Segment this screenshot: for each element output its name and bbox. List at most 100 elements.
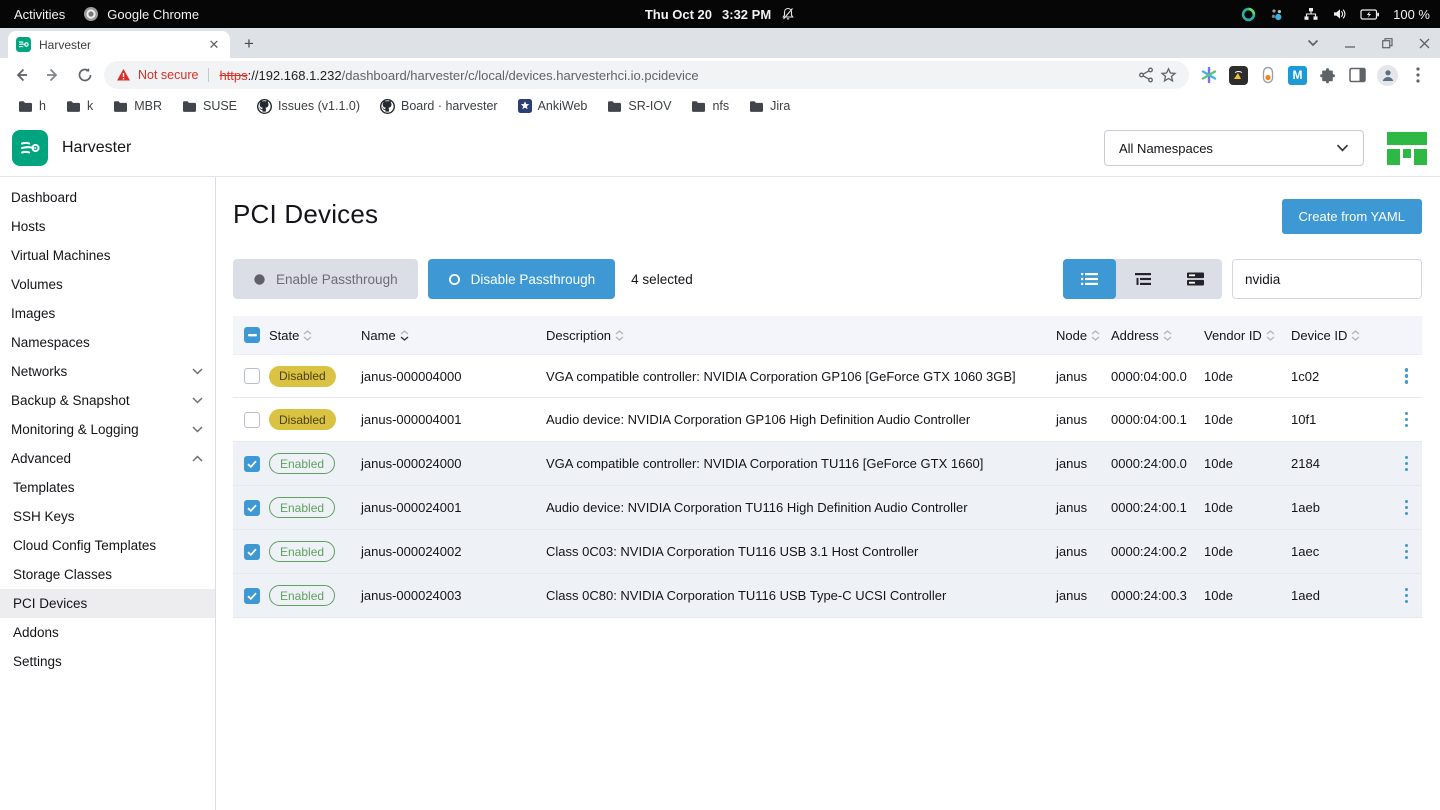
sidebar-item-advanced[interactable]: Advanced: [0, 444, 215, 473]
bookmark-item[interactable]: Jira: [741, 96, 798, 116]
chrome-menu-kebab-icon[interactable]: [1408, 65, 1428, 85]
screenshot-extension-icon[interactable]: [1229, 66, 1248, 85]
sidebar-item-cloud-config-templates[interactable]: Cloud Config Templates: [0, 531, 215, 560]
tray-app-dots-icon[interactable]: [1269, 7, 1284, 22]
bookmark-item[interactable]: k: [58, 96, 101, 116]
sidebar-item-volumes[interactable]: Volumes: [0, 270, 215, 299]
tab-close-icon[interactable]: ✕: [206, 37, 222, 53]
list-view-button[interactable]: [1063, 259, 1116, 299]
sidebar-item-storage-classes[interactable]: Storage Classes: [0, 560, 215, 589]
sidebar-item-namespaces[interactable]: Namespaces: [0, 328, 215, 357]
bookmark-label: Issues (v1.1.0): [278, 99, 360, 113]
browser-tab-harvester[interactable]: Harvester ✕: [8, 31, 230, 58]
sort-icon[interactable]: [1351, 330, 1360, 341]
bookmark-label: SR-IOV: [628, 99, 671, 113]
bookmark-item[interactable]: MBR: [105, 96, 170, 116]
row-actions-kebab-icon[interactable]: [1399, 364, 1415, 388]
sidebar-item-backup-snapshot[interactable]: Backup & Snapshot: [0, 386, 215, 415]
focused-app-indicator[interactable]: Google Chrome: [83, 6, 199, 22]
rancher-logo-icon[interactable]: [1386, 128, 1428, 168]
reload-button[interactable]: [72, 62, 98, 88]
battery-percent[interactable]: 100 %: [1393, 7, 1430, 22]
tree-view-button[interactable]: [1116, 259, 1169, 299]
sort-icon[interactable]: [615, 330, 624, 341]
row-actions-kebab-icon[interactable]: [1399, 496, 1415, 520]
row-checkbox[interactable]: [244, 456, 260, 472]
sort-icon[interactable]: [1163, 330, 1172, 341]
bookmark-item[interactable]: h: [10, 96, 54, 116]
folder-icon: [66, 100, 81, 113]
enable-passthrough-button[interactable]: Enable Passthrough: [233, 259, 418, 299]
tray-app-ring-icon[interactable]: [1241, 7, 1256, 22]
tab-search-chevron-icon[interactable]: [1307, 39, 1319, 47]
colorful-asterisk-extension-icon[interactable]: [1199, 65, 1219, 85]
sidebar-item-settings[interactable]: Settings: [0, 647, 215, 676]
address-bar[interactable]: Not secure https://192.168.1.232/dashboa…: [104, 61, 1189, 89]
network-wired-icon[interactable]: [1303, 7, 1319, 21]
row-checkbox[interactable]: [244, 412, 260, 428]
activities-button[interactable]: Activities: [14, 7, 65, 22]
bookmark-item[interactable]: AnkiWeb: [510, 96, 596, 116]
row-checkbox[interactable]: [244, 544, 260, 560]
sort-icon[interactable]: [400, 330, 409, 341]
sort-icon[interactable]: [1091, 330, 1100, 341]
sidebar-item-addons[interactable]: Addons: [0, 618, 215, 647]
bookmark-item[interactable]: Issues (v1.1.0): [249, 96, 368, 117]
select-all-checkbox[interactable]: [244, 327, 260, 343]
extensions-puzzle-icon[interactable]: [1317, 65, 1337, 85]
side-panel-icon[interactable]: [1347, 65, 1367, 85]
column-header-state[interactable]: State: [269, 328, 361, 343]
column-header-vendor-id[interactable]: Vendor ID: [1204, 328, 1291, 343]
row-actions-kebab-icon[interactable]: [1399, 452, 1415, 476]
column-header-device-id[interactable]: Device ID: [1291, 328, 1391, 343]
window-close-icon[interactable]: [1419, 38, 1430, 49]
new-tab-button[interactable]: +: [236, 31, 262, 57]
filter-search-input[interactable]: [1232, 259, 1422, 299]
namespace-filter-select[interactable]: All Namespaces: [1104, 130, 1364, 166]
row-actions-kebab-icon[interactable]: [1399, 540, 1415, 564]
sort-icon[interactable]: [1266, 330, 1275, 341]
sidebar-item-networks[interactable]: Networks: [0, 357, 215, 386]
row-checkbox[interactable]: [244, 368, 260, 384]
sidebar-item-monitoring-logging[interactable]: Monitoring & Logging: [0, 415, 215, 444]
sidebar-item-pci-devices[interactable]: PCI Devices: [0, 589, 215, 618]
sidebar-item-ssh-keys[interactable]: SSH Keys: [0, 502, 215, 531]
m-extension-icon[interactable]: M: [1288, 66, 1307, 85]
description-cell: Audio device: NVIDIA Corporation TU116 H…: [546, 500, 1056, 515]
bookmark-item[interactable]: SR-IOV: [599, 96, 679, 116]
battery-icon[interactable]: [1360, 8, 1380, 21]
filled-circle-icon: [253, 273, 266, 286]
desktop-clock[interactable]: Thu Oct 203:32 PM: [645, 7, 771, 22]
sidebar-item-dashboard[interactable]: Dashboard: [0, 183, 215, 212]
column-header-node[interactable]: Node: [1056, 328, 1111, 343]
bookmark-item[interactable]: nfs: [683, 96, 737, 116]
create-from-yaml-button[interactable]: Create from YAML: [1282, 199, 1422, 234]
sidebar-item-images[interactable]: Images: [0, 299, 215, 328]
row-checkbox[interactable]: [244, 500, 260, 516]
row-actions-kebab-icon[interactable]: [1399, 584, 1415, 608]
harvester-logo-icon[interactable]: [12, 130, 48, 166]
window-minimize-icon[interactable]: [1345, 38, 1356, 49]
column-header-address[interactable]: Address: [1111, 328, 1204, 343]
row-actions-kebab-icon[interactable]: [1399, 408, 1415, 432]
row-checkbox[interactable]: [244, 588, 260, 604]
disable-passthrough-button[interactable]: Disable Passthrough: [428, 259, 616, 299]
security-status[interactable]: Not secure: [138, 68, 198, 82]
proxy-extension-icon[interactable]: [1258, 65, 1278, 85]
forward-button[interactable]: [40, 62, 66, 88]
bookmark-item[interactable]: Board · harvester: [372, 96, 506, 117]
profile-avatar[interactable]: [1377, 65, 1398, 86]
sort-icon[interactable]: [303, 330, 312, 341]
back-button[interactable]: [8, 62, 34, 88]
column-header-name[interactable]: Name: [361, 328, 546, 343]
volume-icon[interactable]: [1332, 7, 1347, 21]
bookmark-star-icon[interactable]: [1160, 67, 1177, 83]
sidebar-item-virtual-machines[interactable]: Virtual Machines: [0, 241, 215, 270]
sidebar-item-hosts[interactable]: Hosts: [0, 212, 215, 241]
card-view-button[interactable]: [1169, 259, 1222, 299]
bookmark-item[interactable]: SUSE: [174, 96, 245, 116]
share-icon[interactable]: [1138, 67, 1154, 83]
column-header-description[interactable]: Description: [546, 328, 1056, 343]
window-restore-icon[interactable]: [1382, 38, 1393, 49]
sidebar-item-templates[interactable]: Templates: [0, 473, 215, 502]
